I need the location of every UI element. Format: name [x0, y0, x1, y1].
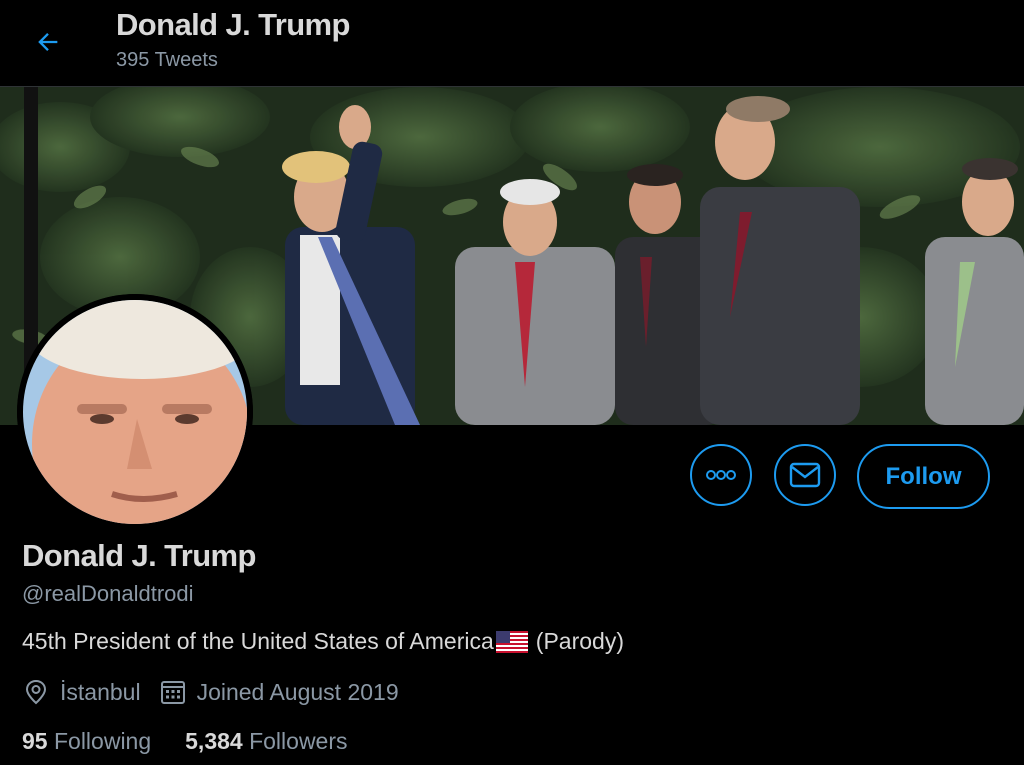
follow-button[interactable]: Follow [857, 444, 990, 509]
back-button[interactable] [30, 24, 66, 60]
profile-name: Donald J. Trump [22, 538, 256, 573]
bio-text: 45th President of the United States of A… [22, 628, 494, 654]
following-link[interactable]: 95 Following [22, 728, 151, 754]
profile-header-bar: Donald J. Trump 395 Tweets [0, 0, 1024, 87]
followers-count: 5,384 [185, 728, 243, 754]
followers-link[interactable]: 5,384 Followers [185, 728, 347, 754]
profile-joined: Joined August 2019 [196, 678, 399, 705]
message-button[interactable] [774, 444, 836, 506]
header-title: Donald J. Trump [116, 7, 350, 42]
envelope-icon [789, 462, 821, 488]
more-options-button[interactable] [690, 444, 752, 506]
following-count: 95 [22, 728, 48, 754]
following-label: Following [53, 728, 152, 754]
more-horizontal-icon [706, 470, 736, 480]
profile-location: İstanbul [60, 678, 141, 705]
us-flag-icon [495, 630, 528, 653]
profile-handle: @realDonaldtrodi [22, 581, 194, 606]
profile-meta: İstanbul Joined August 2019 [22, 678, 399, 706]
profile-stats: 95 Following 5,384 Followers [22, 728, 348, 755]
tweet-count: 395 Tweets [116, 49, 218, 71]
profile-bio: 45th President of the United States of A… [22, 628, 624, 655]
bio-suffix: (Parody) [535, 628, 624, 654]
arrow-left-icon [38, 33, 58, 51]
followers-label: Followers [249, 728, 348, 754]
location-pin-icon [22, 678, 50, 706]
profile-avatar[interactable] [17, 294, 253, 530]
calendar-icon [159, 678, 187, 706]
